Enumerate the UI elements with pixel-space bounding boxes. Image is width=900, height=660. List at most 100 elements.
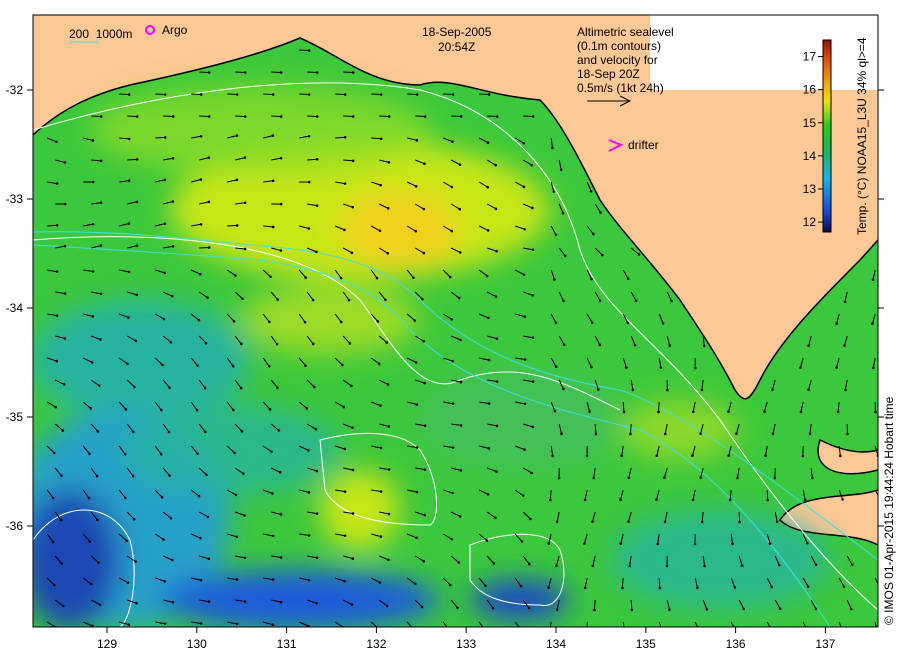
velocity-arrow-head	[243, 201, 247, 205]
velocity-arrow-head	[133, 385, 136, 389]
velocity-arrow-head	[520, 629, 523, 632]
velocity-arrow-head	[375, 276, 379, 280]
velocity-arrow-head	[235, 622, 239, 626]
velocity-arrow-head	[132, 517, 136, 521]
velocity-arrow-head	[170, 294, 174, 298]
velocity-arrow-head	[655, 498, 658, 501]
velocity-arrow-head	[62, 383, 66, 386]
velocity-arrow-head	[89, 582, 93, 586]
velocity-arrow-head	[457, 561, 461, 564]
lon-tick-label: 131	[277, 637, 297, 651]
velocity-arrow-head	[527, 606, 531, 610]
velocity-arrow-head	[531, 380, 535, 383]
velocity-arrow-head	[205, 473, 208, 477]
velocity-arrow-head	[560, 432, 563, 436]
velocity-arrow-head	[728, 498, 732, 502]
lon-tick-label: 135	[636, 637, 656, 651]
velocity-arrow-head	[835, 322, 838, 325]
velocity-arrow-head	[420, 297, 424, 301]
velocity-arrow-head	[458, 163, 462, 167]
velocity-arrow-head	[271, 179, 275, 183]
velocity-arrow-head	[163, 580, 166, 583]
velocity-arrow-head	[127, 93, 131, 96]
velocity-arrow-head	[343, 490, 347, 493]
velocity-arrow-head	[420, 605, 424, 609]
colorbar-tick-label: 12	[803, 215, 817, 229]
velocity-arrow-head	[487, 447, 491, 450]
velocity-arrow-head	[207, 200, 211, 204]
velocity-arrow-head	[451, 491, 455, 495]
velocity-arrow-head	[99, 292, 103, 296]
velocity-arrow-head	[459, 380, 463, 384]
velocity-arrow-head	[234, 274, 237, 277]
velocity-arrow-head	[242, 472, 245, 475]
velocity-arrow-head	[771, 388, 774, 391]
velocity-arrow-head	[495, 337, 499, 340]
velocity-arrow-head	[343, 228, 346, 232]
velocity-arrow-head	[350, 384, 353, 388]
velocity-arrow-head	[304, 364, 307, 368]
velocity-arrow-head	[422, 339, 425, 343]
velocity-arrow-head	[627, 520, 630, 523]
velocity-arrow-head	[415, 93, 419, 96]
velocity-arrow-head	[590, 365, 593, 369]
velocity-arrow-head	[199, 178, 203, 181]
velocity-arrow-head	[271, 134, 275, 137]
velocity-arrow-head	[591, 232, 595, 236]
velocity-arrow-head	[98, 384, 101, 388]
velocity-arrow-head	[694, 366, 697, 370]
velocity-arrow-head	[451, 93, 455, 96]
velocity-arrow-head	[376, 320, 380, 323]
velocity-arrow-head	[379, 490, 383, 493]
velocity-arrow-head	[494, 163, 498, 167]
velocity-arrow-head	[806, 630, 809, 633]
velocity-arrow-head	[413, 319, 417, 322]
velocity-arrow-head	[377, 627, 380, 630]
velocity-arrow-head	[691, 454, 694, 457]
velocity-arrow-head	[315, 157, 319, 161]
velocity-arrow-head	[271, 93, 275, 96]
velocity-arrow-head	[655, 454, 659, 458]
velocity-arrow-head	[271, 623, 275, 627]
velocity-arrow-head	[414, 361, 418, 364]
velocity-arrow-head	[167, 430, 171, 434]
velocity-arrow	[155, 136, 166, 139]
velocity-arrow-head	[583, 586, 587, 590]
velocity-arrow-head	[414, 229, 418, 233]
velocity-arrow-head	[519, 584, 523, 588]
velocity-arrow-head	[96, 430, 100, 433]
velocity-arrow-head	[594, 432, 598, 436]
velocity-arrow-head	[727, 454, 730, 457]
velocity-arrow-head	[522, 185, 526, 189]
velocity-arrow-head	[740, 564, 744, 567]
lon-tick-label: 134	[546, 637, 566, 651]
argo-label: Argo	[162, 23, 188, 37]
velocity-arrow-head	[351, 71, 355, 74]
velocity-arrow-head	[379, 535, 383, 538]
velocity-arrow-head	[552, 190, 556, 193]
velocity-arrow-head	[343, 93, 347, 96]
velocity-arrow-head	[314, 427, 318, 431]
velocity-arrow-head	[844, 388, 847, 392]
velocity-arrow-head	[99, 159, 103, 163]
velocity-arrow-head	[387, 512, 391, 516]
velocity-arrow-head	[55, 140, 58, 144]
velocity-arrow-head	[413, 582, 417, 586]
velocity-arrow-head	[548, 498, 552, 502]
velocity-arrow	[227, 224, 238, 227]
velocity-arrow-head	[484, 584, 487, 588]
velocity-arrow-head	[163, 622, 167, 626]
velocity-arrow-head	[131, 474, 135, 478]
velocity-arrow-head	[486, 229, 490, 232]
velocity-arrow-head	[547, 586, 550, 589]
velocity-arrow-head	[485, 274, 489, 278]
velocity-arrow-head	[279, 600, 283, 604]
velocity-arrow-head	[387, 115, 391, 118]
velocity-arrow-head	[207, 71, 211, 74]
velocity-arrow-head	[487, 402, 491, 405]
velocity-arrow-head	[63, 244, 67, 248]
velocity-arrow-head	[876, 630, 879, 633]
velocity-arrow-head	[307, 180, 311, 184]
velocity-arrow-head	[343, 447, 347, 451]
velocity-arrow-head	[199, 578, 203, 582]
